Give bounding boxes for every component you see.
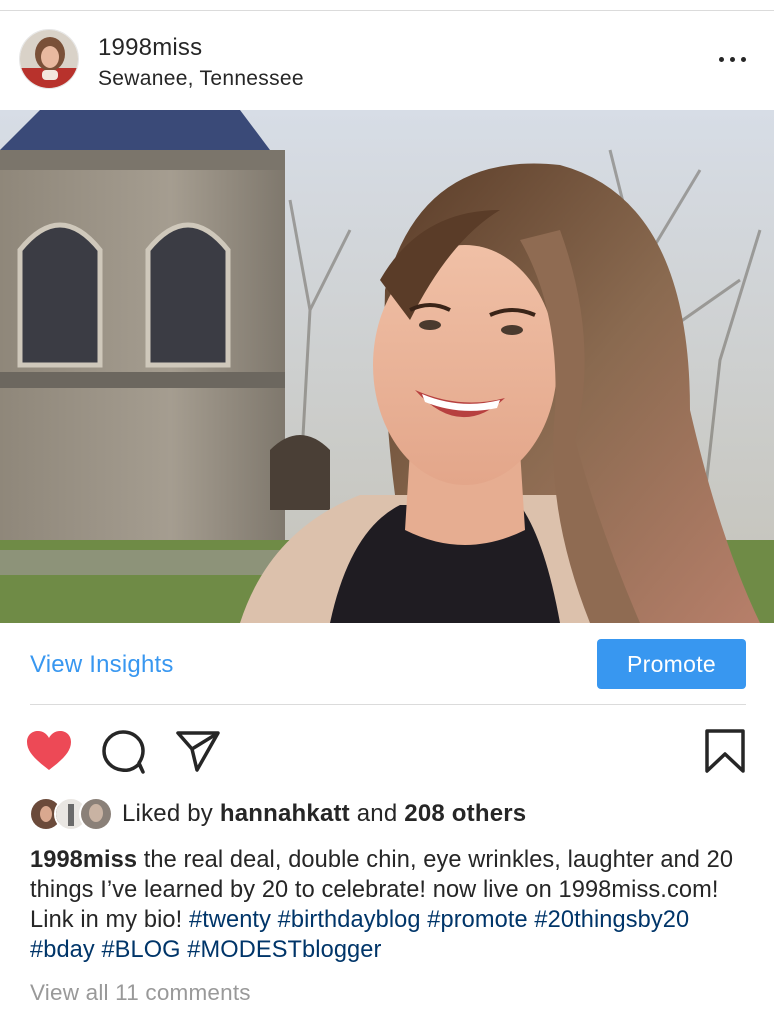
caption-username[interactable]: 1998miss bbox=[30, 847, 137, 873]
heart-filled-icon[interactable] bbox=[26, 730, 72, 772]
likes-joiner: and bbox=[349, 800, 405, 827]
bookmark-icon[interactable] bbox=[704, 728, 746, 774]
hashtag[interactable]: #promote bbox=[427, 907, 527, 933]
hashtag[interactable]: #bday bbox=[30, 937, 95, 963]
liker-avatar bbox=[79, 797, 113, 831]
view-insights-link[interactable]: View Insights bbox=[30, 651, 174, 679]
post-header: 1998miss Sewanee, Tennessee bbox=[0, 11, 774, 110]
first-liker-username[interactable]: hannahkatt bbox=[220, 800, 350, 827]
more-options-icon[interactable] bbox=[716, 49, 750, 69]
hashtag[interactable]: #MODESTblogger bbox=[187, 937, 381, 963]
likes-row: Liked by hannahkatt and 208 others bbox=[0, 794, 774, 834]
avatar[interactable] bbox=[19, 29, 79, 89]
comment-bubble-icon[interactable] bbox=[101, 729, 147, 775]
post-username[interactable]: 1998miss bbox=[98, 34, 202, 62]
likes-others-count[interactable]: 208 others bbox=[404, 800, 526, 827]
hashtag[interactable]: #20thingsby20 bbox=[534, 907, 689, 933]
hashtag[interactable]: #BLOG bbox=[101, 937, 180, 963]
paper-plane-icon[interactable] bbox=[175, 729, 221, 773]
post-location[interactable]: Sewanee, Tennessee bbox=[98, 67, 304, 91]
hashtag[interactable]: #twenty bbox=[189, 907, 271, 933]
likes-summary[interactable]: Liked by hannahkatt and 208 others bbox=[122, 800, 526, 828]
liker-avatars[interactable] bbox=[29, 797, 113, 831]
promote-button[interactable]: Promote bbox=[597, 639, 746, 689]
hashtag[interactable]: #birthdayblog bbox=[278, 907, 421, 933]
post-caption: 1998miss the real deal, double chin, eye… bbox=[30, 845, 750, 965]
action-bar bbox=[0, 705, 774, 795]
view-all-comments-link[interactable]: View all 11 comments bbox=[30, 980, 251, 1006]
insights-row: View Insights Promote bbox=[0, 623, 774, 705]
likes-prefix: Liked by bbox=[122, 800, 220, 827]
post-photo[interactable] bbox=[0, 110, 774, 623]
